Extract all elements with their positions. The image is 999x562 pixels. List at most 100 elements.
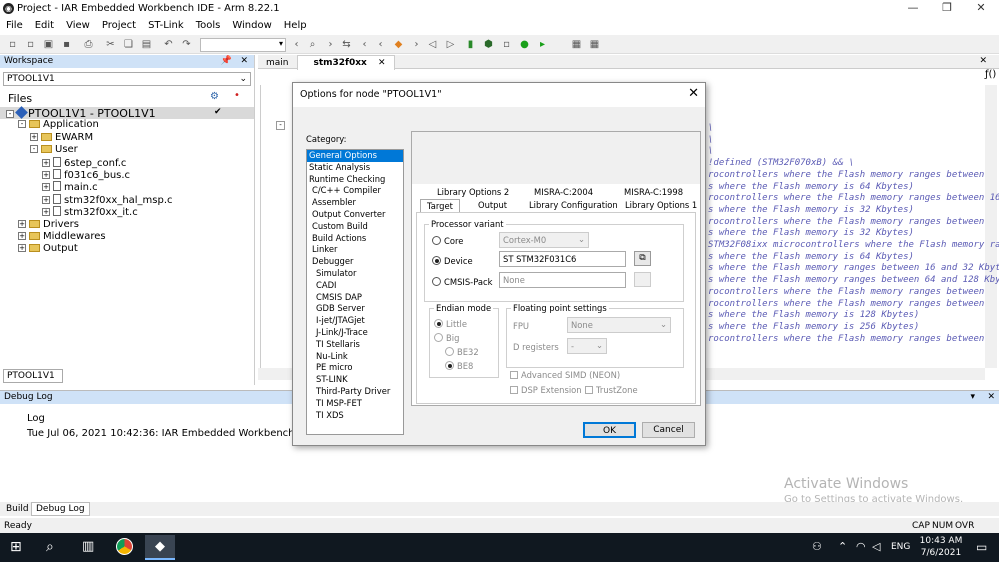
copy-icon[interactable]: ❏ bbox=[122, 38, 135, 51]
new-file-icon[interactable]: ▫ bbox=[6, 38, 19, 51]
debug-no-download-icon[interactable]: ▸ bbox=[536, 38, 549, 51]
tab-stm32f0xx[interactable]: stm32f0xx ✕ bbox=[296, 55, 395, 70]
device-field[interactable]: ST STM32F031C6 bbox=[499, 251, 626, 267]
menu-file[interactable]: File bbox=[0, 18, 29, 31]
menu-st-link[interactable]: ST-Link bbox=[142, 18, 190, 31]
cmsis-pack-field[interactable]: None bbox=[499, 272, 626, 288]
expand-icon[interactable]: + bbox=[42, 208, 50, 217]
tree-item[interactable]: + EWARM bbox=[30, 132, 93, 144]
windows-start-icon[interactable]: ⊞ bbox=[10, 539, 22, 555]
little-radio[interactable]: Little bbox=[434, 319, 467, 329]
menu-view[interactable]: View bbox=[60, 18, 96, 31]
expand-icon[interactable]: + bbox=[42, 158, 50, 167]
nav-back2-icon[interactable]: ‹ bbox=[374, 38, 387, 51]
stop-build-icon[interactable]: ▫ bbox=[500, 38, 513, 51]
workspace-bottom-tab[interactable]: PTOOL1V1 bbox=[3, 369, 63, 383]
tree-item[interactable]: +6step_conf.c bbox=[42, 156, 126, 169]
tree-item[interactable]: + Output bbox=[18, 243, 78, 255]
category-item[interactable]: I-jet/JTAGjet bbox=[307, 315, 403, 327]
category-item[interactable]: TI XDS bbox=[307, 410, 403, 422]
category-item[interactable]: Static Analysis bbox=[307, 162, 403, 174]
iar-taskbar-icon[interactable]: ◆ bbox=[145, 535, 175, 560]
close-icon[interactable]: ✕ bbox=[966, 1, 996, 17]
config-select[interactable]: PTOOL1V1 ⌄ bbox=[3, 72, 251, 86]
tree-item[interactable]: + stm32f0xx_hal_msp.c bbox=[42, 193, 173, 206]
expand-icon[interactable]: + bbox=[42, 171, 50, 179]
cmsis-pack-radio[interactable]: CMSIS-Pack bbox=[432, 277, 492, 287]
ok-button[interactable]: OK bbox=[583, 422, 636, 438]
new-document-icon[interactable]: ▫ bbox=[24, 38, 37, 51]
menu-project[interactable]: Project bbox=[96, 18, 142, 31]
expand-icon[interactable]: + bbox=[42, 183, 50, 192]
redo-icon[interactable]: ↷ bbox=[180, 38, 193, 51]
category-item[interactable]: TI Stellaris bbox=[307, 339, 403, 351]
pin-icon[interactable]: 📌 bbox=[221, 56, 232, 66]
tab-library-configuration[interactable]: Library Configuration bbox=[529, 200, 618, 210]
collapse-icon[interactable]: - bbox=[18, 120, 26, 129]
tree-item[interactable]: + main.c bbox=[42, 181, 98, 193]
tab-main[interactable]: main bbox=[258, 57, 297, 69]
expand-icon[interactable]: + bbox=[30, 132, 38, 141]
device-radio[interactable]: Device bbox=[432, 256, 473, 266]
find-next-icon[interactable]: › bbox=[324, 38, 337, 51]
find-prev-icon[interactable]: ‹ bbox=[290, 38, 303, 51]
cancel-button[interactable]: Cancel bbox=[642, 422, 695, 438]
tab-library-options-1[interactable]: Library Options 1 bbox=[625, 200, 697, 210]
category-item[interactable]: Build Actions bbox=[307, 233, 403, 245]
category-item[interactable]: J-Link/J-Trace bbox=[307, 327, 403, 339]
menu-tools[interactable]: Tools bbox=[190, 18, 227, 31]
category-item[interactable]: CADI bbox=[307, 280, 403, 292]
print-icon[interactable]: ⎙ bbox=[82, 38, 95, 51]
breakpoint-list-icon[interactable]: ▦ bbox=[588, 38, 601, 51]
undo-icon[interactable]: ↶ bbox=[162, 38, 175, 51]
tree-item[interactable]: + Middlewares bbox=[18, 231, 106, 243]
find-combo[interactable]: ▾ bbox=[200, 38, 286, 52]
advanced-simd-checkbox[interactable]: Advanced SIMD (NEON) bbox=[510, 370, 620, 380]
minimize-icon[interactable]: — bbox=[898, 1, 928, 17]
tab-target[interactable]: Target bbox=[420, 199, 460, 212]
tree-item[interactable]: + stm32f0xx_it.c bbox=[42, 206, 138, 218]
make-icon[interactable]: ⬢ bbox=[482, 38, 495, 51]
clock-time[interactable]: 10:43 AM bbox=[918, 536, 964, 546]
tree-item[interactable]: - Application bbox=[18, 119, 99, 131]
category-item[interactable]: Assembler bbox=[307, 197, 403, 209]
tab-misra-2004[interactable]: MISRA-C:2004 bbox=[534, 187, 593, 197]
category-item[interactable]: Debugger bbox=[307, 256, 403, 268]
dialog-close-icon[interactable]: ✕ bbox=[688, 86, 699, 101]
expand-icon[interactable]: + bbox=[18, 232, 26, 240]
tab-misra-1998[interactable]: MISRA-C:1998 bbox=[624, 187, 683, 197]
download-debug-icon[interactable]: ● bbox=[518, 38, 531, 51]
category-item[interactable]: GDB Server bbox=[307, 303, 403, 315]
core-radio[interactable]: Core bbox=[432, 236, 463, 246]
editor-close-icon[interactable]: ✕ bbox=[971, 55, 995, 67]
category-item[interactable]: Output Converter bbox=[307, 209, 403, 221]
dsp-extension-checkbox[interactable]: DSP Extension bbox=[510, 385, 582, 395]
cut-icon[interactable]: ✂ bbox=[104, 38, 117, 51]
menu-edit[interactable]: Edit bbox=[29, 18, 60, 31]
tree-item[interactable]: - PTOOL1V1 - PTOOL1V1 ✔ bbox=[0, 106, 254, 120]
debug-close-icon[interactable]: ✕ bbox=[987, 392, 995, 402]
big-radio[interactable]: Big bbox=[434, 333, 459, 343]
be8-radio[interactable]: BE8 bbox=[445, 361, 473, 371]
trustzone-checkbox[interactable]: TrustZone bbox=[585, 385, 638, 395]
device-browse-icon[interactable]: ⧉ bbox=[634, 251, 651, 266]
category-list[interactable]: General Options Static Analysis Runtime Ch… bbox=[306, 149, 404, 435]
category-item[interactable]: C/C++ Compiler bbox=[307, 185, 403, 197]
category-item[interactable]: ST-LINK bbox=[307, 374, 403, 386]
core-select[interactable]: Cortex-M0 ⌄ bbox=[499, 232, 589, 248]
expand-icon[interactable]: + bbox=[18, 219, 26, 228]
tree-item[interactable]: + Drivers bbox=[18, 219, 79, 231]
paste-icon[interactable]: ▤ bbox=[140, 38, 153, 51]
nav-forward-icon[interactable]: › bbox=[410, 38, 423, 51]
compile-icon[interactable]: ▮ bbox=[464, 38, 477, 51]
tree-item[interactable]: + f031c6_bus.c bbox=[42, 169, 130, 181]
category-item[interactable]: Runtime Checking bbox=[307, 174, 403, 186]
search-icon[interactable]: ⌕ bbox=[46, 539, 54, 555]
fpu-select[interactable]: None ⌄ bbox=[567, 317, 671, 333]
debug-pin-icon[interactable]: ▾ bbox=[970, 392, 975, 402]
tab-build[interactable]: Build bbox=[6, 504, 29, 514]
cmsis-browse-button[interactable] bbox=[634, 272, 651, 287]
bookmark-icon[interactable]: ◆ bbox=[392, 38, 405, 51]
category-item[interactable]: PE micro bbox=[307, 362, 403, 374]
category-item[interactable]: Custom Build bbox=[307, 221, 403, 233]
